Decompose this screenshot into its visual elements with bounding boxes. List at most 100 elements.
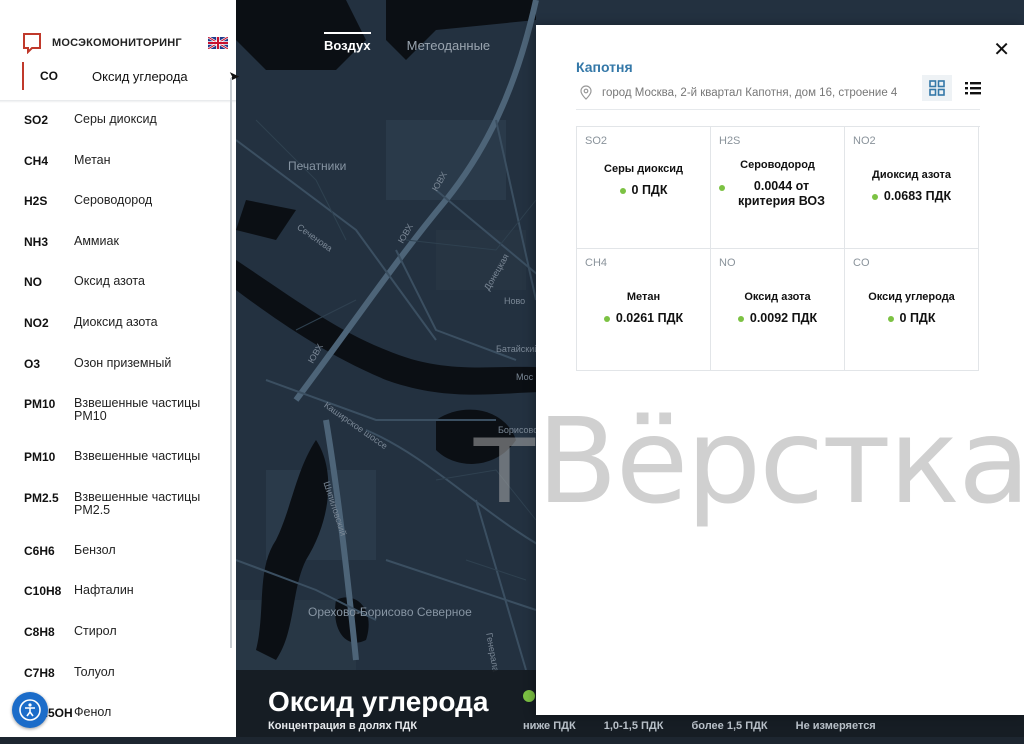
selected-code: CO	[40, 69, 58, 83]
status-dot	[619, 187, 626, 194]
list-item[interactable]: NO2 Диоксид азота	[24, 313, 224, 354]
card-value: 0.0092 ПДК	[749, 311, 818, 325]
item-code: C7H8	[24, 665, 55, 680]
item-code: C8H8	[24, 624, 55, 639]
list-item[interactable]: C6H5OH Фенол	[24, 703, 224, 744]
card-name: Метан	[626, 291, 661, 303]
legend-status-dot	[523, 690, 535, 702]
item-name: Метан	[74, 152, 111, 167]
card-value: 0.0044 от критерия ВОЗ	[737, 179, 825, 208]
station-panel: ✕ Капотня город Москва, 2-й квартал Капо…	[536, 25, 1024, 715]
status-dot	[737, 315, 744, 322]
item-name: Стирол	[74, 623, 117, 638]
item-code: C6H6	[24, 543, 55, 558]
header-divider	[0, 100, 236, 103]
list-item[interactable]: C7H8 Толуол	[24, 663, 224, 704]
card-name: Серы диоксид	[604, 163, 683, 175]
pollutant-card[interactable]: NO Оксид азота 0.0092 ПДК	[711, 249, 845, 371]
item-name: Толуол	[74, 664, 115, 679]
pollutant-cards: SO2 Серы диоксид 0 ПДК H2S Сероводород 0…	[576, 126, 980, 371]
item-name: Аммиак	[74, 233, 119, 248]
legend-subtitle: Концентрация в долях ПДК	[268, 720, 418, 732]
list-item[interactable]: C6H6 Бензол	[24, 541, 224, 582]
item-name: Взвешенные частицы PM10	[74, 396, 201, 424]
item-code: NO	[24, 275, 42, 290]
view-toggle	[922, 75, 988, 101]
address-text: город Москва, 2-й квартал Капотня, дом 1…	[602, 86, 898, 99]
item-name: Фенол	[74, 705, 112, 720]
status-dot	[603, 315, 610, 322]
card-name: Оксид углерода	[868, 291, 955, 303]
grid-icon	[929, 80, 945, 96]
legend-items: ниже ПДК 1,0-1,5 ПДК более 1,5 ПДК Не из…	[523, 720, 876, 732]
card-name: Сероводород	[740, 159, 815, 171]
legend-item-mid: 1,0-1,5 ПДК	[603, 720, 664, 732]
item-code: H2S	[24, 194, 48, 209]
status-dot	[887, 315, 894, 322]
list-item[interactable]: C10H8 Нафталин	[24, 581, 224, 622]
selected-pollutant[interactable]: CO Оксид углерода ➤	[22, 62, 240, 90]
card-name: Диоксид азота	[872, 169, 951, 181]
list-item[interactable]: C8H8 Стирол	[24, 622, 224, 663]
close-icon[interactable]: ✕	[993, 37, 1010, 62]
pollutant-card[interactable]: CO Оксид углерода 0 ПДК	[845, 249, 979, 371]
location-pin-icon	[580, 85, 592, 100]
pollutant-list: SO2 Серы диоксид CH4 Метан H2S Сероводород …	[24, 110, 224, 744]
map-label-pechatniki: Печатники	[288, 159, 347, 173]
pollutant-card[interactable]: H2S Сероводород 0.0044 от критерия ВОЗ	[711, 127, 845, 249]
grid-view-button[interactable]	[922, 75, 952, 101]
tab-meteo[interactable]: Метеоданные	[407, 38, 491, 57]
tab-air[interactable]: Воздух	[324, 32, 371, 57]
list-item[interactable]: CH4 Метан	[24, 151, 224, 192]
accessibility-icon	[19, 699, 41, 721]
list-item[interactable]: NH3 Аммиак	[24, 232, 224, 273]
list-item[interactable]: PM10 Взвешенные частицы PM10	[24, 394, 224, 447]
panel-divider	[576, 109, 980, 110]
pollutant-card[interactable]: SO2 Серы диоксид 0 ПДК	[577, 127, 711, 249]
card-code: CH4	[585, 257, 608, 269]
card-value: 0.0683 ПДК	[883, 189, 952, 203]
legend-item-none: Не измеряется	[795, 720, 876, 732]
item-name: Взвешенные частицы	[74, 449, 201, 464]
map-label-orekhovo: Орехово-Борисово Северное	[308, 605, 472, 619]
item-name: Диоксид азота	[74, 314, 158, 329]
item-code: C10H8	[24, 584, 62, 599]
item-name: Сероводород	[74, 193, 153, 208]
item-code: PM2.5	[24, 490, 59, 505]
item-code: NH3	[24, 234, 49, 249]
pollutant-card[interactable]: NO2 Диоксид азота 0.0683 ПДК	[845, 127, 979, 249]
card-code: SO2	[585, 135, 608, 147]
list-item[interactable]: SO2 Серы диоксид	[24, 110, 224, 151]
list-item[interactable]: H2S Сероводород	[24, 191, 224, 232]
logo-icon	[23, 33, 41, 54]
item-code: O3	[24, 356, 41, 371]
card-name: Оксид азота	[744, 291, 811, 303]
list-item[interactable]: NO Оксид азота	[24, 272, 224, 313]
list-item[interactable]: O3 Озон приземный	[24, 354, 224, 395]
pollutant-card[interactable]: CH4 Метан 0.0261 ПДК	[577, 249, 711, 371]
item-name: Озон приземный	[74, 355, 172, 370]
station-name: Капотня	[576, 59, 633, 75]
legend-item-below: ниже ПДК	[523, 720, 576, 732]
station-address: город Москва, 2-й квартал Капотня, дом 1…	[580, 85, 897, 100]
card-code: H2S	[719, 135, 741, 147]
map-tabs: Воздух Метеоданные	[324, 32, 491, 57]
legend-title: Оксид углерода	[268, 686, 489, 717]
card-value: 0.0261 ПДК	[615, 311, 684, 325]
item-name: Серы диоксид	[74, 112, 157, 126]
item-name: Взвешенные частицы PM2.5	[74, 489, 201, 517]
accessibility-button[interactable]	[12, 692, 48, 728]
map-label-mos: Мос	[516, 372, 534, 382]
status-dot	[871, 193, 878, 200]
card-code: NO	[719, 257, 736, 269]
map-label-novo: Ново	[504, 296, 526, 306]
status-dot	[719, 185, 725, 191]
list-item[interactable]: PM10 Взвешенные частицы	[24, 447, 224, 488]
item-code: CH4	[24, 153, 49, 168]
list-icon	[965, 82, 981, 95]
uk-flag-icon[interactable]	[208, 37, 228, 49]
list-item[interactable]: PM2.5 Взвешенные частицы PM2.5	[24, 488, 224, 541]
list-view-button[interactable]	[958, 75, 988, 101]
sidebar-scrollbar[interactable]	[230, 78, 232, 648]
selected-name: Оксид углерода	[92, 68, 188, 84]
